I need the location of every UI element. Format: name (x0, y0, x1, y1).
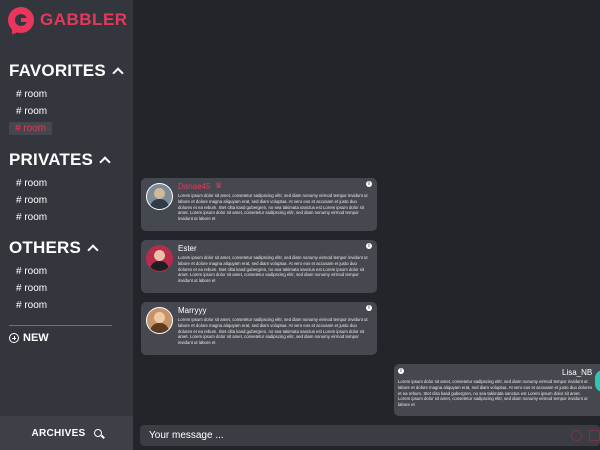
info-icon[interactable]: i (366, 305, 372, 311)
star-icon: ♛ (215, 181, 223, 190)
new-room-button[interactable]: NEW (9, 332, 49, 344)
sidebar-room-item[interactable]: # room (16, 178, 47, 189)
message-author[interactable]: Marryyy (178, 306, 206, 315)
favorites-header[interactable]: FAVORITES (9, 61, 124, 81)
new-room-label: NEW (23, 332, 49, 344)
privates-header[interactable]: PRIVATES (9, 150, 111, 170)
message-composer (140, 425, 600, 446)
message-input[interactable] (149, 427, 559, 444)
chevron-up-icon (87, 244, 99, 256)
sidebar-room-item[interactable]: # room (16, 283, 47, 294)
sidebar-room-item[interactable]: # room (16, 266, 47, 277)
favorites-title: FAVORITES (9, 61, 106, 80)
gabbler-logo-icon (7, 7, 34, 38)
info-icon[interactable]: i (366, 243, 372, 249)
message-author[interactable]: Danae45 (178, 182, 210, 191)
chevron-up-icon (112, 67, 124, 79)
sidebar-room-item[interactable]: # room (16, 106, 47, 117)
others-header[interactable]: OTHERS (9, 238, 99, 258)
avatar[interactable] (595, 370, 600, 392)
message-bubble-own: i Lisa_NB Lorem ipsum dolor sit amet, co… (394, 364, 600, 416)
plus-circle-icon (9, 333, 19, 343)
emoji-icon[interactable] (571, 430, 582, 441)
privates-title: PRIVATES (9, 150, 94, 169)
message-bubble: Ester i Lorem ipsum dolor sit amet, cons… (141, 240, 377, 293)
sidebar-room-item[interactable]: # room (16, 89, 47, 100)
info-icon[interactable]: i (398, 368, 404, 374)
sidebar-divider (9, 325, 112, 326)
others-title: OTHERS (9, 238, 82, 257)
avatar[interactable] (146, 183, 173, 210)
sidebar-room-item[interactable]: # room (16, 212, 47, 223)
message-text: Lorem ipsum dolor sit amet, consetetur s… (178, 255, 368, 284)
sidebar-room-item[interactable]: # room (16, 300, 47, 311)
sidebar: GABBLER FAVORITES # room # room # room P… (0, 0, 133, 450)
app-logo[interactable]: GABBLER (7, 7, 128, 38)
avatar[interactable] (146, 307, 173, 334)
sidebar-room-item[interactable]: # room (16, 195, 47, 206)
archives-label: ARCHIVES (31, 427, 86, 439)
chevron-up-icon (99, 156, 111, 168)
message-text: Lorem ipsum dolor sit amet, consetetur s… (398, 379, 593, 408)
message-author[interactable]: Lisa_NB (562, 368, 592, 377)
message-bubble: Danae45 ♛ i Lorem ipsum dolor sit amet, … (141, 178, 377, 231)
attach-icon[interactable] (589, 430, 600, 441)
archives-button[interactable]: ARCHIVES (0, 416, 133, 450)
info-icon[interactable]: i (366, 181, 372, 187)
search-icon (93, 429, 102, 437)
sidebar-room-item-active[interactable]: # room (9, 122, 53, 135)
app-name: GABBLER (40, 10, 128, 29)
avatar[interactable] (146, 245, 173, 272)
message-bubble: Marryyy i Lorem ipsum dolor sit amet, co… (141, 302, 377, 355)
message-author[interactable]: Ester (178, 244, 197, 253)
message-text: Lorem ipsum dolor sit amet, consetetur s… (178, 193, 368, 222)
message-text: Lorem ipsum dolor sit amet, consetetur s… (178, 317, 368, 346)
